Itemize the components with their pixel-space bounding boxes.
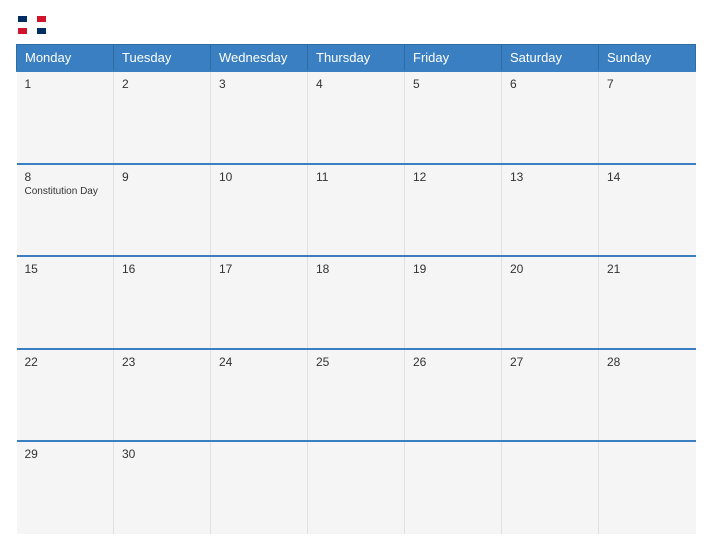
calendar-cell: 2 bbox=[114, 71, 211, 164]
calendar-cell: 9 bbox=[114, 164, 211, 257]
week-row-5: 29 30 bbox=[17, 441, 696, 534]
calendar-cell: 21 bbox=[599, 256, 696, 349]
weekday-header-sunday: Sunday bbox=[599, 45, 696, 72]
day-number: 21 bbox=[607, 262, 688, 276]
weekday-header-saturday: Saturday bbox=[502, 45, 599, 72]
day-number: 24 bbox=[219, 355, 299, 369]
calendar-table: MondayTuesdayWednesdayThursdayFridaySatu… bbox=[16, 44, 696, 534]
day-number: 12 bbox=[413, 170, 493, 184]
day-number: 6 bbox=[510, 77, 590, 91]
day-number: 14 bbox=[607, 170, 688, 184]
weekday-header-monday: Monday bbox=[17, 45, 114, 72]
day-number: 28 bbox=[607, 355, 688, 369]
day-number: 20 bbox=[510, 262, 590, 276]
calendar-cell: 19 bbox=[405, 256, 502, 349]
holiday-label: Constitution Day bbox=[25, 186, 106, 197]
calendar-cell: 30 bbox=[114, 441, 211, 534]
week-row-1: 1 2 3 4 5 6 7 bbox=[17, 71, 696, 164]
day-number: 30 bbox=[122, 447, 202, 461]
day-number: 2 bbox=[122, 77, 202, 91]
day-number: 5 bbox=[413, 77, 493, 91]
day-number: 4 bbox=[316, 77, 396, 91]
calendar-cell: 28 bbox=[599, 349, 696, 442]
calendar-cell: 13 bbox=[502, 164, 599, 257]
day-number: 1 bbox=[25, 77, 106, 91]
calendar-cell: 1 bbox=[17, 71, 114, 164]
calendar-cell: 22 bbox=[17, 349, 114, 442]
day-number: 25 bbox=[316, 355, 396, 369]
calendar-cell: 6 bbox=[502, 71, 599, 164]
day-number: 16 bbox=[122, 262, 202, 276]
day-number: 13 bbox=[510, 170, 590, 184]
weekday-header-thursday: Thursday bbox=[308, 45, 405, 72]
weekday-header-friday: Friday bbox=[405, 45, 502, 72]
day-number: 9 bbox=[122, 170, 202, 184]
day-number: 8 bbox=[25, 170, 106, 184]
calendar-cell: 18 bbox=[308, 256, 405, 349]
calendar-cell: 20 bbox=[502, 256, 599, 349]
calendar-cell: 26 bbox=[405, 349, 502, 442]
calendar-header bbox=[16, 16, 696, 34]
calendar-cell: 7 bbox=[599, 71, 696, 164]
logo bbox=[16, 16, 46, 34]
calendar-cell: 10 bbox=[211, 164, 308, 257]
weekday-header-wednesday: Wednesday bbox=[211, 45, 308, 72]
calendar-cell: 17 bbox=[211, 256, 308, 349]
calendar-cell: 14 bbox=[599, 164, 696, 257]
day-number: 19 bbox=[413, 262, 493, 276]
calendar-cell: 4 bbox=[308, 71, 405, 164]
day-number: 22 bbox=[25, 355, 106, 369]
calendar-cell: 11 bbox=[308, 164, 405, 257]
calendar-cell bbox=[502, 441, 599, 534]
calendar-cell: 5 bbox=[405, 71, 502, 164]
calendar-cell: 23 bbox=[114, 349, 211, 442]
calendar-cell: 12 bbox=[405, 164, 502, 257]
day-number: 18 bbox=[316, 262, 396, 276]
calendar-cell bbox=[405, 441, 502, 534]
calendar-cell: 15 bbox=[17, 256, 114, 349]
calendar-cell: 25 bbox=[308, 349, 405, 442]
calendar-cell bbox=[599, 441, 696, 534]
calendar-cell bbox=[211, 441, 308, 534]
day-number: 10 bbox=[219, 170, 299, 184]
logo-flag-icon bbox=[18, 16, 46, 34]
calendar-cell: 8 Constitution Day bbox=[17, 164, 114, 257]
week-row-2: 8 Constitution Day 9 10 11 12 13 14 bbox=[17, 164, 696, 257]
calendar-cell: 24 bbox=[211, 349, 308, 442]
calendar-cell: 3 bbox=[211, 71, 308, 164]
day-number: 26 bbox=[413, 355, 493, 369]
day-number: 27 bbox=[510, 355, 590, 369]
week-row-4: 22 23 24 25 26 27 28 bbox=[17, 349, 696, 442]
day-number: 29 bbox=[25, 447, 106, 461]
weekday-header-tuesday: Tuesday bbox=[114, 45, 211, 72]
day-number: 17 bbox=[219, 262, 299, 276]
calendar-cell: 16 bbox=[114, 256, 211, 349]
day-number: 3 bbox=[219, 77, 299, 91]
calendar-cell: 27 bbox=[502, 349, 599, 442]
day-number: 15 bbox=[25, 262, 106, 276]
day-number: 23 bbox=[122, 355, 202, 369]
calendar-cell: 29 bbox=[17, 441, 114, 534]
day-number: 11 bbox=[316, 170, 396, 184]
calendar-cell bbox=[308, 441, 405, 534]
weekday-header-row: MondayTuesdayWednesdayThursdayFridaySatu… bbox=[17, 45, 696, 72]
week-row-3: 15 16 17 18 19 20 21 bbox=[17, 256, 696, 349]
day-number: 7 bbox=[607, 77, 688, 91]
